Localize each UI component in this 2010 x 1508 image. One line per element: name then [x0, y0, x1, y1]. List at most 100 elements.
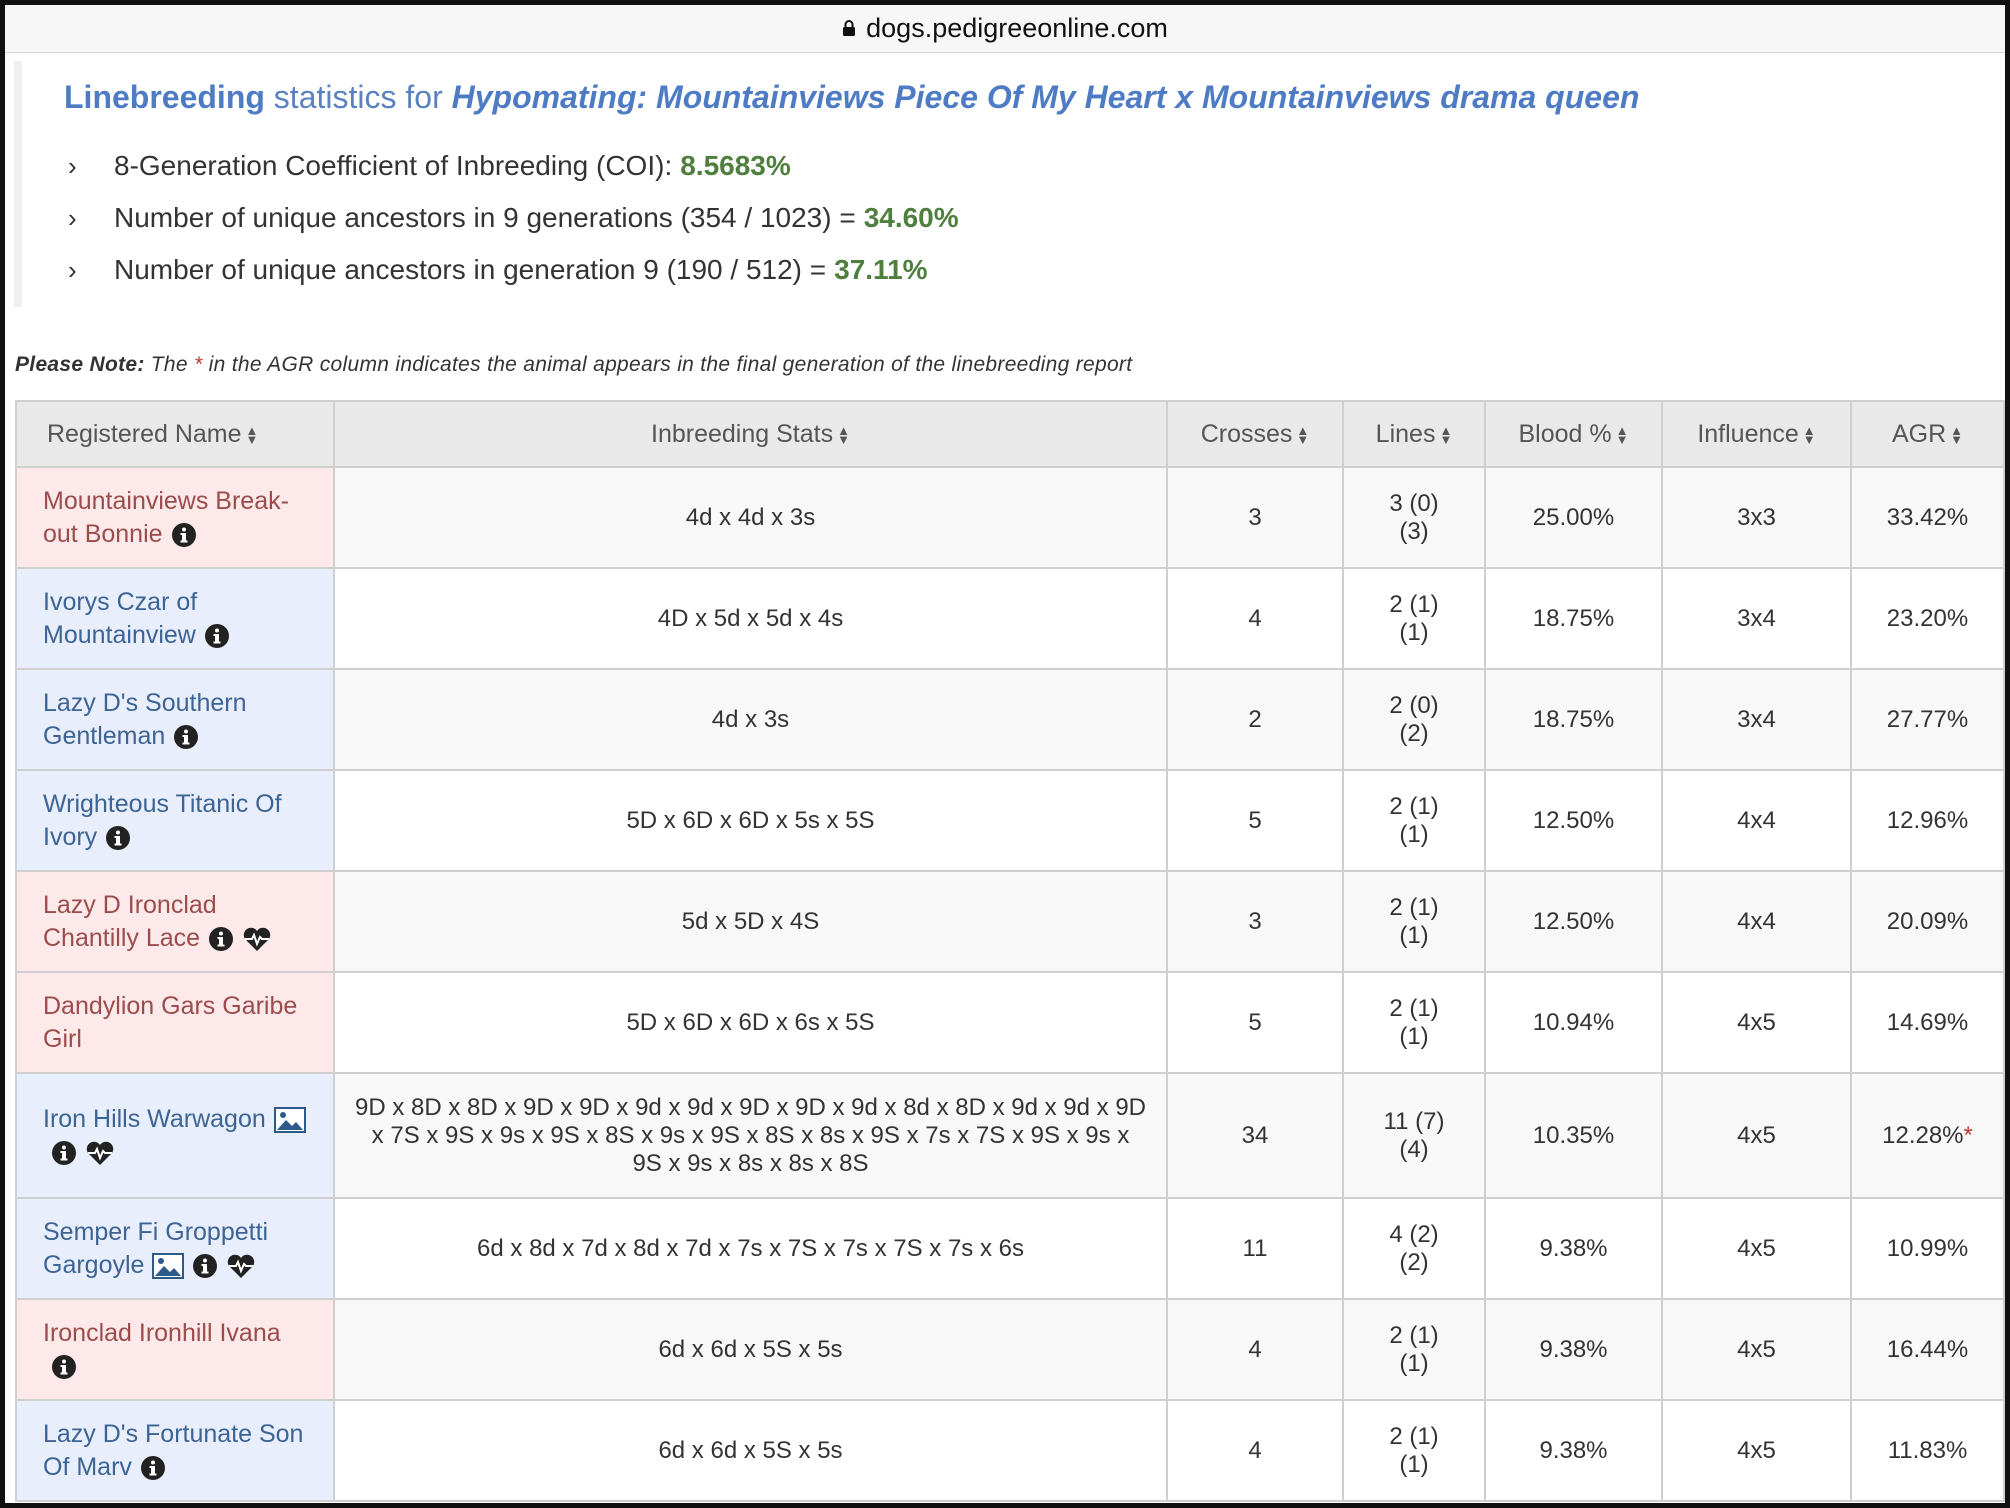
header-label: Inbreeding Stats — [651, 419, 834, 448]
stat-item-unique-ancestors[interactable]: › Number of unique ancestors in 9 genera… — [64, 192, 2004, 244]
table-row: Lazy D's Southern Gentleman 4d x 3s 2 2 … — [15, 668, 2005, 771]
stat-value: 8.5683% — [680, 150, 791, 181]
info-icon[interactable] — [208, 926, 234, 952]
title-mating[interactable]: Hypomating: Mountainviews Piece Of My He… — [452, 79, 1640, 115]
chevron-right-icon: › — [68, 202, 77, 233]
info-icon[interactable] — [173, 724, 199, 750]
heartbeat-icon[interactable] — [85, 1140, 115, 1166]
heartbeat-icon[interactable] — [226, 1253, 256, 1279]
blood-cell: 18.75% — [1484, 668, 1663, 771]
photo-icon[interactable] — [152, 1252, 185, 1279]
registered-name-cell: Wrighteous Titanic Of Ivory — [15, 769, 335, 872]
stat-item-unique-ancestors-gen9[interactable]: › Number of unique ancestors in generati… — [64, 244, 2004, 296]
header-inbreeding-stats[interactable]: Inbreeding Stats ▲ ▼ — [333, 400, 1168, 468]
dog-name-link[interactable]: Lazy D Ironclad Chantilly Lace — [43, 891, 217, 952]
lines-sub: (2) — [1399, 719, 1429, 747]
stat-value: 34.60% — [863, 202, 959, 233]
header-influence[interactable]: Influence ▲ ▼ — [1661, 400, 1852, 468]
crosses-cell: 4 — [1166, 1298, 1344, 1401]
info-icon[interactable] — [105, 825, 131, 851]
lock-icon — [842, 13, 856, 44]
agr-cell: 11.83% — [1850, 1399, 2005, 1502]
info-icon[interactable] — [204, 623, 230, 649]
dog-name-link[interactable]: Lazy D's Southern Gentleman — [43, 689, 247, 750]
registered-name-cell: Semper Fi Groppetti Gargoyle — [15, 1197, 335, 1300]
heartbeat-icon[interactable] — [242, 926, 272, 952]
blood-cell: 12.50% — [1484, 769, 1663, 872]
linebreeding-table: Registered Name ▲ ▼ Inbreeding Stats ▲ ▼ Cro… — [15, 400, 2005, 1502]
header-label: Crosses — [1200, 419, 1293, 448]
url-text: dogs.pedigreeonline.com — [866, 13, 1168, 43]
blood-cell: 10.35% — [1484, 1072, 1663, 1199]
table-row: Mountainviews Break-out Bonnie 4d x 4d x… — [15, 466, 2005, 569]
influence-cell: 3x4 — [1661, 567, 1852, 670]
stat-item-coi[interactable]: › 8-Generation Coefficient of Inbreeding… — [64, 140, 2004, 192]
header-blood[interactable]: Blood % ▲ ▼ — [1484, 400, 1663, 468]
blood-cell: 12.50% — [1484, 870, 1663, 973]
blood-cell: 9.38% — [1484, 1197, 1663, 1300]
stat-label: Number of unique ancestors in 9 generati… — [114, 202, 856, 233]
inbreeding-stats-cell: 4d x 3s — [333, 668, 1168, 771]
lines-sub: (1) — [1399, 618, 1429, 646]
registered-name-cell: Lazy D Ironclad Chantilly Lace — [15, 870, 335, 973]
blood-cell: 9.38% — [1484, 1399, 1663, 1502]
blood-cell: 10.94% — [1484, 971, 1663, 1074]
info-icon[interactable] — [171, 522, 197, 548]
influence-cell: 4x4 — [1661, 769, 1852, 872]
inbreeding-stats-cell: 5D x 6D x 6D x 5s x 5S — [333, 769, 1168, 872]
lines-cell: 2 (1) (1) — [1342, 769, 1486, 872]
info-icon[interactable] — [51, 1140, 77, 1166]
header-lines[interactable]: Lines ▲ ▼ — [1342, 400, 1486, 468]
lines-cell: 3 (0) (3) — [1342, 466, 1486, 569]
lines-total: 11 (7) — [1383, 1107, 1445, 1135]
lines-cell: 2 (1) (1) — [1342, 1298, 1486, 1401]
dog-name-link[interactable]: Wrighteous Titanic Of Ivory — [43, 790, 282, 851]
sort-icon: ▲ ▼ — [1615, 422, 1629, 447]
table-row: Lazy D's Fortunate Son Of Marv 6d x 6d x… — [15, 1399, 2005, 1502]
table-row: Lazy D Ironclad Chantilly Lace 5d x 5D x… — [15, 870, 2005, 973]
note-post: in the AGR column indicates the animal a… — [208, 353, 1133, 376]
header-crosses[interactable]: Crosses ▲ ▼ — [1166, 400, 1344, 468]
header-agr[interactable]: AGR ▲ ▼ — [1850, 400, 2005, 468]
agr-value: 16.44% — [1886, 1335, 1969, 1363]
influence-cell: 4x4 — [1661, 870, 1852, 973]
lines-cell: 2 (1) (1) — [1342, 971, 1486, 1074]
stat-label: 8-Generation Coefficient of Inbreeding (… — [114, 150, 673, 181]
crosses-cell: 3 — [1166, 466, 1344, 569]
info-icon[interactable] — [51, 1354, 77, 1380]
lines-cell: 4 (2) (2) — [1342, 1197, 1486, 1300]
agr-value: 27.77% — [1886, 705, 1969, 733]
dog-name-link[interactable]: Lazy D's Fortunate Son Of Marv — [43, 1420, 303, 1481]
dog-name-link[interactable]: Ivorys Czar of Mountainview — [43, 588, 197, 649]
lines-sub: (4) — [1399, 1135, 1429, 1163]
registered-name-cell: Iron Hills Warwagon — [15, 1072, 335, 1199]
inbreeding-stats-cell: 4d x 4d x 3s — [333, 466, 1168, 569]
crosses-cell: 5 — [1166, 971, 1344, 1074]
info-icon[interactable] — [140, 1455, 166, 1481]
header-registered-name[interactable]: Registered Name ▲ ▼ — [15, 400, 335, 468]
dog-name-link[interactable]: Ironclad Ironhill Ivana — [43, 1319, 281, 1347]
dog-name-link[interactable]: Iron Hills Warwagon — [43, 1105, 266, 1133]
header-label: Blood % — [1518, 419, 1612, 448]
title-linebreeding: Linebreeding — [64, 79, 265, 115]
registered-name-cell: Lazy D's Southern Gentleman — [15, 668, 335, 771]
sort-icon: ▲ ▼ — [245, 422, 259, 447]
chevron-right-icon: › — [68, 150, 77, 181]
photo-icon[interactable] — [273, 1106, 306, 1133]
header-label: Registered Name — [47, 419, 242, 448]
sort-icon: ▲ ▼ — [1439, 422, 1453, 447]
agr-star: * — [1963, 1121, 1973, 1149]
info-icon[interactable] — [192, 1253, 218, 1279]
dog-name-link[interactable]: Dandylion Gars Garibe Girl — [43, 992, 297, 1053]
address-bar[interactable]: dogs.pedigreeonline.com — [5, 5, 2005, 53]
header-label: Lines — [1375, 419, 1436, 448]
agr-value: 10.99% — [1886, 1234, 1969, 1262]
crosses-cell: 4 — [1166, 567, 1344, 670]
registered-name-cell: Ironclad Ironhill Ivana — [15, 1298, 335, 1401]
blood-cell: 9.38% — [1484, 1298, 1663, 1401]
agr-value: 20.09% — [1886, 907, 1969, 935]
agr-value: 11.83% — [1887, 1436, 1968, 1464]
lines-cell: 2 (0) (2) — [1342, 668, 1486, 771]
lines-sub: (1) — [1399, 921, 1429, 949]
registered-name-cell: Mountainviews Break-out Bonnie — [15, 466, 335, 569]
